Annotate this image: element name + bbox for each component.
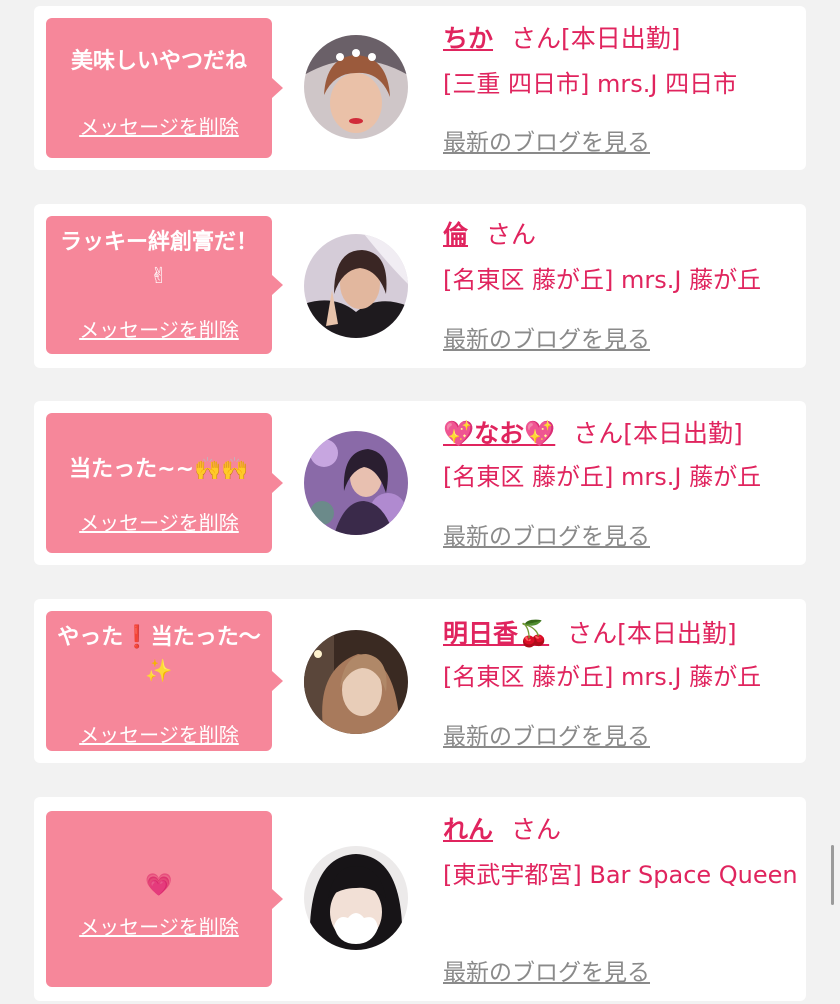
message-bubble: 美味しいやつだね メッセージを削除 — [46, 18, 283, 158]
avatar[interactable] — [304, 630, 408, 734]
delete-message-link[interactable]: メッセージを削除 — [46, 719, 272, 748]
avatar[interactable] — [304, 846, 408, 950]
favorite-card: 💗 メッセージを削除 れん さん [東武宇都宮] Bar Space Queen … — [34, 797, 806, 1001]
message-text: やった❗当たった〜✨ — [57, 625, 261, 684]
latest-blog-link[interactable]: 最新のブログを見る — [443, 717, 650, 751]
message-text: ラッキー絆創膏だ！✌ — [59, 230, 258, 289]
avatar[interactable] — [304, 234, 408, 338]
message-text: 美味しいやつだね — [70, 49, 247, 74]
shop-info: [東武宇都宮] Bar Space Queen — [443, 861, 798, 889]
cast-suffix: さん — [486, 220, 537, 249]
delete-message-link[interactable]: メッセージを削除 — [46, 507, 272, 536]
delete-message-link[interactable]: メッセージを削除 — [46, 111, 272, 140]
shop-info: [名東区 藤が丘] mrs.J 藤が丘 — [443, 463, 762, 491]
favorite-card: やった❗当たった〜✨ メッセージを削除 明日香🍒 さん[本日出勤] [名東区 藤が… — [34, 599, 806, 763]
cast-name-link[interactable]: 💖なお💖 — [443, 419, 555, 448]
cast-name-link[interactable]: ちか — [443, 24, 493, 53]
message-bubble: 当たった~~🙌🙌 メッセージを削除 — [46, 413, 283, 553]
cast-name-line: 明日香🍒 さん[本日出勤] — [443, 617, 737, 651]
cast-name-link[interactable]: 倫 — [443, 220, 468, 249]
cast-name-line: 倫さん — [443, 218, 536, 252]
shop-info: [名東区 藤が丘] mrs.J 藤が丘 — [443, 663, 762, 691]
latest-blog-link[interactable]: 最新のブログを見る — [443, 320, 650, 354]
cast-name-line: 💖なお💖 さん[本日出勤] — [443, 417, 743, 451]
cast-suffix: さん[本日出勤] — [511, 24, 681, 53]
avatar[interactable] — [304, 431, 408, 535]
cast-suffix: さん — [511, 815, 562, 844]
message-bubble: ラッキー絆創膏だ！✌ メッセージを削除 — [46, 216, 283, 354]
message-text: 💗 — [145, 873, 173, 898]
scrollbar[interactable] — [831, 845, 834, 905]
delete-message-link[interactable]: メッセージを削除 — [46, 314, 272, 343]
shop-info: [三重 四日市] mrs.J 四日市 — [443, 70, 738, 98]
message-bubble: 💗 メッセージを削除 — [46, 811, 283, 987]
cast-name-line: れん さん — [443, 813, 561, 847]
message-text: 当たった~~🙌🙌 — [69, 457, 249, 482]
favorite-card: 当たった~~🙌🙌 メッセージを削除 💖なお💖 さん[本日出勤] [名東区 藤が丘]… — [34, 401, 806, 565]
delete-message-link[interactable]: メッセージを削除 — [46, 911, 272, 940]
favorite-card: ラッキー絆創膏だ！✌ メッセージを削除 倫さん [名東区 藤が丘] mrs.J … — [34, 204, 806, 368]
avatar[interactable] — [304, 35, 408, 139]
message-bubble: やった❗当たった〜✨ メッセージを削除 — [46, 611, 283, 751]
cast-name-link[interactable]: 明日香🍒 — [443, 619, 549, 648]
latest-blog-link[interactable]: 最新のブログを見る — [443, 953, 650, 987]
cast-name-line: ちか さん[本日出勤] — [443, 22, 681, 56]
latest-blog-link[interactable]: 最新のブログを見る — [443, 123, 650, 157]
shop-info: [名東区 藤が丘] mrs.J 藤が丘 — [443, 266, 762, 294]
cast-name-link[interactable]: れん — [443, 815, 493, 844]
cast-suffix: さん[本日出勤] — [573, 419, 743, 448]
cast-suffix: さん[本日出勤] — [567, 619, 737, 648]
latest-blog-link[interactable]: 最新のブログを見る — [443, 517, 650, 551]
favorite-card: 美味しいやつだね メッセージを削除 ちか さん[本日出勤] [三重 四日市] mr… — [34, 6, 806, 170]
